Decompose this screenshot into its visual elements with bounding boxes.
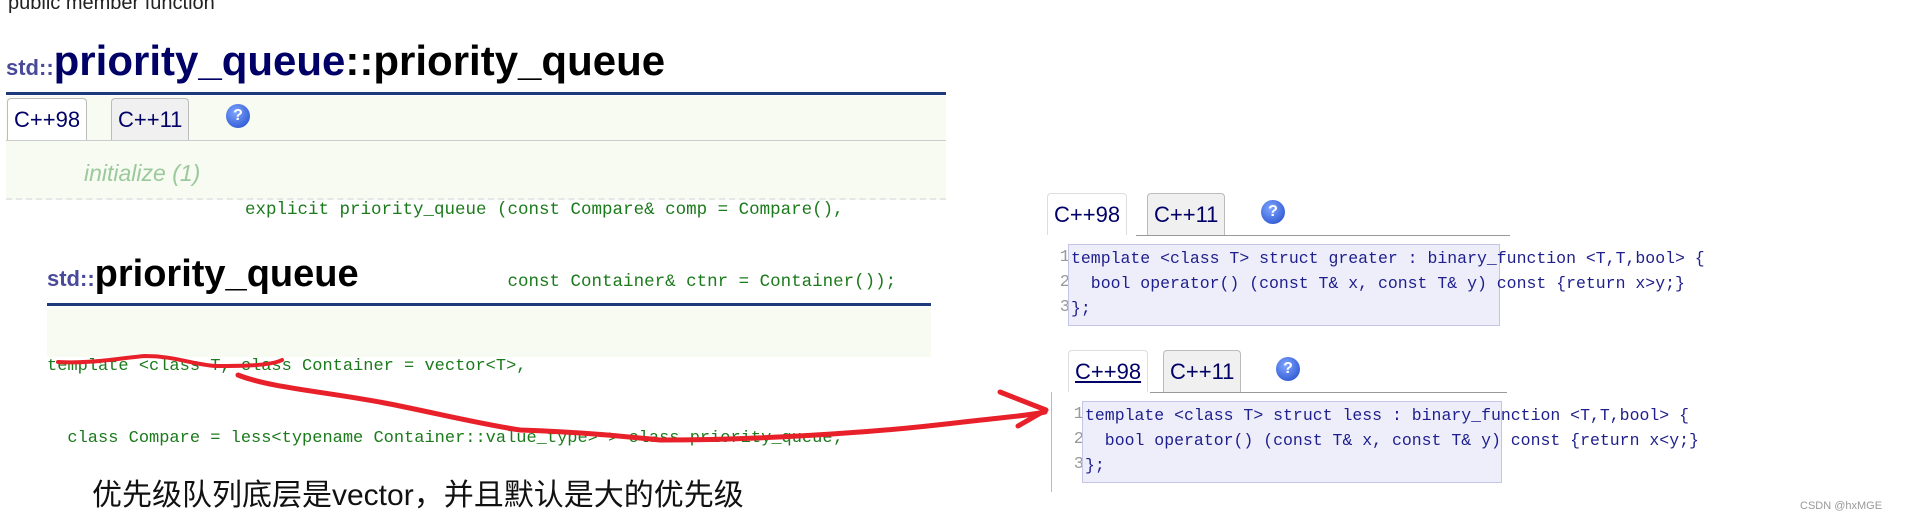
tab-cpp98[interactable]: C++98: [1047, 193, 1128, 235]
underline-stroke: [56, 353, 284, 369]
greater-code-box: template <class T> struct greater : bina…: [1068, 244, 1705, 326]
tab-cpp98[interactable]: C++98: [1068, 350, 1149, 392]
arrow-stroke: [235, 372, 1048, 443]
help-icon[interactable]: ?: [1261, 200, 1285, 224]
tab-border: [1150, 392, 1507, 393]
annotation-note: 优先级队列底层是vector，并且默认是大的优先级: [92, 479, 744, 512]
code-line: template <class T> struct less : binary_…: [1085, 406, 1689, 425]
arrowhead-stroke: [997, 389, 1049, 429]
code-line: };: [1085, 456, 1105, 475]
code-line: bool operator() (const T& x, const T& y)…: [1085, 431, 1699, 450]
tab-border: [1136, 235, 1510, 236]
help-icon[interactable]: ?: [1276, 357, 1300, 381]
code-line: template <class T> struct greater : bina…: [1071, 249, 1705, 268]
watermark: CSDN @hxMGE: [1800, 500, 1883, 512]
less-code-box: template <class T> struct less : binary_…: [1082, 401, 1699, 483]
code-line: bool operator() (const T& x, const T& y)…: [1071, 274, 1685, 293]
code-line: };: [1071, 299, 1091, 318]
tab-cpp11[interactable]: C++11: [1147, 193, 1226, 235]
tab-cpp11[interactable]: C++11: [1163, 350, 1242, 392]
panel-left-border: [1051, 392, 1052, 492]
